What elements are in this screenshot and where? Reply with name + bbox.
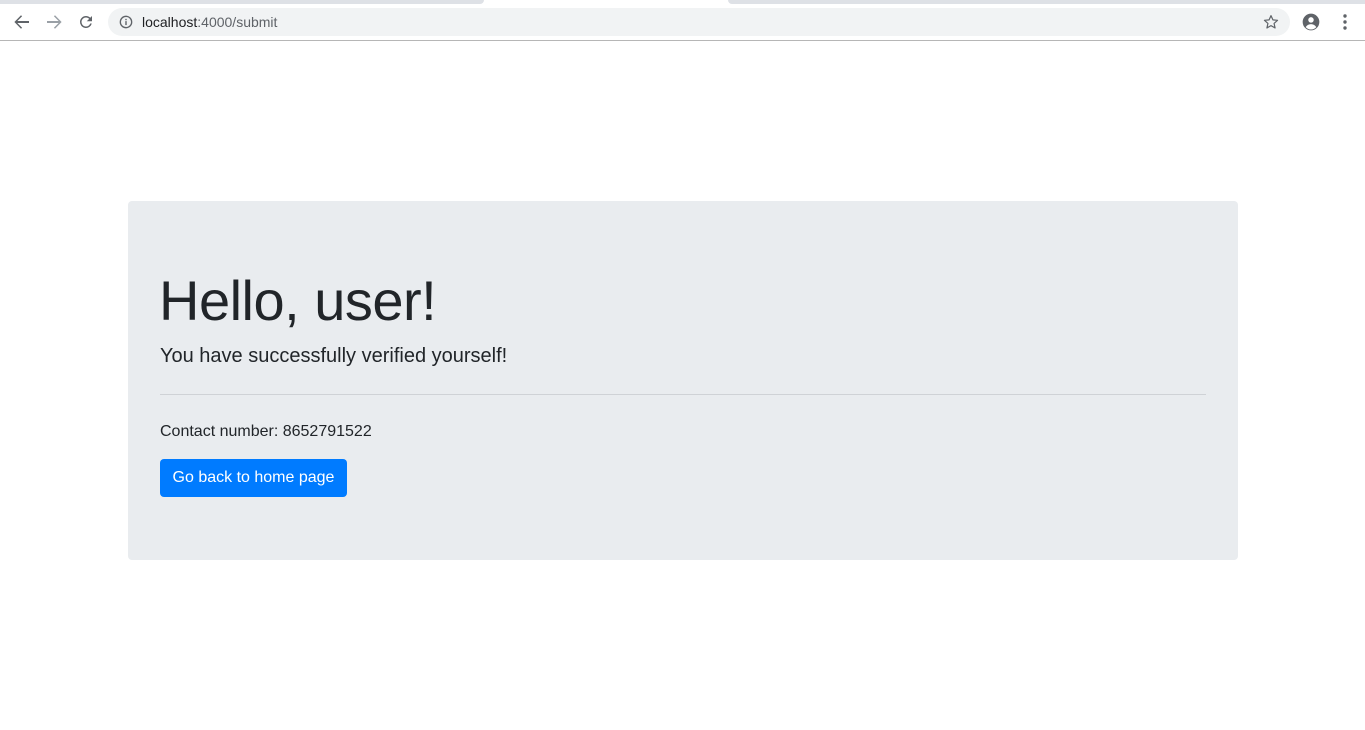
account-circle-icon[interactable] (1301, 12, 1321, 32)
forward-arrow-icon (47, 15, 62, 29)
home-page-button[interactable]: Go back to home page (160, 459, 347, 497)
reload-button[interactable] (73, 9, 99, 35)
jumbotron: Hello, user! You have successfully verif… (128, 201, 1238, 560)
browser-toolbar: localhost:4000/submit (0, 4, 1365, 41)
address-bar[interactable]: localhost:4000/submit (108, 8, 1290, 36)
back-button[interactable] (9, 9, 35, 35)
contact-number: Contact number: 8652791522 (160, 423, 372, 440)
back-arrow-icon (14, 15, 29, 29)
forward-button[interactable] (41, 9, 67, 35)
star-icon[interactable] (1263, 14, 1279, 30)
success-message: You have successfully verified yourself! (160, 345, 508, 367)
page-title: Hello, user! (159, 269, 437, 332)
reload-icon (79, 15, 92, 28)
info-icon[interactable] (119, 15, 133, 29)
kebab-menu-icon[interactable] (1335, 12, 1355, 32)
url-path: :4000/submit (197, 14, 278, 30)
url-text[interactable]: localhost:4000/submit (142, 8, 277, 36)
url-host: localhost (142, 14, 198, 30)
divider (160, 394, 1206, 395)
